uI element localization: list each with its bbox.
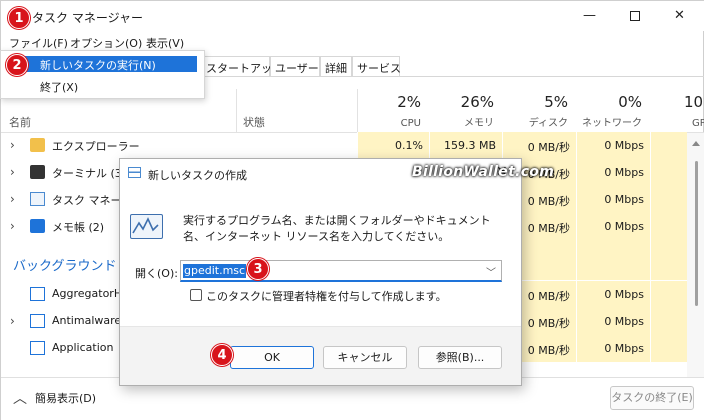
menu-options[interactable]: オプション(O) bbox=[70, 35, 142, 51]
admin-privileges-label[interactable]: このタスクに管理者特権を付与して作成します。 bbox=[206, 288, 447, 304]
gpu-cell bbox=[650, 213, 687, 240]
menu-item-run-new-task[interactable]: 新しいタスクの実行(N) bbox=[25, 56, 197, 72]
tab-details[interactable]: 詳細 bbox=[320, 56, 352, 76]
step-badge-4: 4 bbox=[211, 344, 233, 366]
network-label: ネットワーク bbox=[582, 118, 642, 129]
tab-startup[interactable]: スタートアップ bbox=[201, 56, 283, 76]
end-task-button[interactable]: タスクの終了(E) bbox=[610, 386, 694, 410]
table-row[interactable]: › エクスプローラー 0.1% 159.3 MB 0 MB/秒 0 Mbps bbox=[1, 132, 704, 159]
background-processes-heading: バックグラウンド プ bbox=[13, 259, 134, 274]
tab-users[interactable]: ユーザー bbox=[270, 56, 320, 76]
gpu-cell bbox=[650, 132, 687, 159]
expand-chevron-icon[interactable]: › bbox=[10, 219, 15, 233]
gpu-cell bbox=[650, 186, 687, 213]
process-name: Application bbox=[52, 341, 114, 354]
cpu-label: CPU bbox=[400, 118, 421, 129]
maximize-button[interactable] bbox=[612, 1, 657, 31]
cpu-cell: 0.1% bbox=[357, 132, 429, 159]
memory-label: メモリ bbox=[464, 118, 494, 129]
step-badge-1: 1 bbox=[8, 7, 30, 29]
run-program-graph-icon bbox=[132, 217, 159, 234]
menu-item-exit[interactable]: 終了(X) bbox=[40, 79, 78, 95]
disk-cell: 0 MB/秒 bbox=[502, 132, 576, 159]
process-name: メモ帳 (2) bbox=[52, 221, 105, 234]
chevron-up-icon[interactable]: ︿ bbox=[13, 388, 27, 408]
dialog-button-area: OK キャンセル 参照(B)... bbox=[120, 326, 521, 385]
network-cell: 0 Mbps bbox=[576, 213, 650, 240]
browse-button[interactable]: 参照(B)... bbox=[418, 346, 502, 369]
tab-services[interactable]: サービス bbox=[352, 56, 401, 76]
disk-label: ディスク bbox=[528, 118, 568, 129]
column-divider bbox=[236, 89, 237, 133]
network-cell: 0 Mbps bbox=[576, 159, 650, 186]
cpu-percent: 2% bbox=[397, 93, 421, 111]
memory-percent: 26% bbox=[460, 93, 494, 111]
fewer-details-link[interactable]: 簡易表示(D) bbox=[35, 390, 96, 406]
process-name: エクスプローラー bbox=[52, 140, 140, 153]
network-cell: 0 Mbps bbox=[576, 335, 650, 362]
menu-file[interactable]: ファイル(F) bbox=[9, 35, 68, 51]
expand-chevron-icon[interactable]: › bbox=[10, 138, 15, 152]
gpu-label: GP bbox=[692, 118, 704, 129]
process-name: Antimalware bbox=[52, 314, 122, 327]
ok-button[interactable]: OK bbox=[230, 346, 314, 369]
run-program-icon bbox=[130, 214, 163, 239]
scroll-thumb[interactable] bbox=[695, 161, 698, 306]
window-title: タスク マネージャー bbox=[32, 11, 143, 25]
step-badge-3: 3 bbox=[247, 258, 269, 280]
service-icon bbox=[30, 314, 45, 328]
expand-chevron-icon[interactable]: › bbox=[10, 165, 15, 179]
notepad-icon bbox=[30, 219, 45, 233]
network-percent: 0% bbox=[618, 93, 642, 111]
task-manager-icon bbox=[30, 192, 45, 206]
chevron-down-icon[interactable]: ﹀ bbox=[486, 264, 496, 279]
network-cell: 0 Mbps bbox=[576, 281, 650, 308]
expand-chevron-icon[interactable]: › bbox=[10, 314, 15, 328]
column-header-name[interactable]: 名前 bbox=[9, 114, 31, 130]
step-badge-2: 2 bbox=[6, 54, 28, 76]
dialog-title: 新しいタスクの作成 bbox=[148, 169, 247, 182]
column-header-gpu[interactable]: 10% GP bbox=[650, 89, 704, 133]
create-new-task-dialog: 新しいタスクの作成 ✕ 実行するプログラム名、または開くフォルダーやドキュメント… bbox=[119, 158, 522, 386]
scroll-up-icon[interactable] bbox=[692, 141, 700, 146]
gpu-cell bbox=[650, 335, 687, 362]
terminal-icon bbox=[30, 165, 45, 179]
folder-icon bbox=[30, 138, 45, 152]
run-icon bbox=[128, 167, 141, 178]
cancel-button[interactable]: キャンセル bbox=[323, 346, 407, 369]
watermark: BillionWallet.com bbox=[412, 164, 555, 180]
gpu-cell bbox=[650, 281, 687, 308]
service-icon bbox=[30, 341, 45, 355]
close-button[interactable]: ✕ bbox=[657, 1, 702, 31]
dialog-description: 実行するプログラム名、または開くフォルダーやドキュメント名、インターネット リソ… bbox=[183, 214, 491, 243]
gpu-cell bbox=[650, 240, 687, 280]
disk-percent: 5% bbox=[544, 93, 568, 111]
column-header-memory[interactable]: 26% メモリ bbox=[429, 89, 502, 133]
open-combobox[interactable]: gpedit.msc ﹀ bbox=[180, 260, 502, 282]
admin-privileges-checkbox[interactable] bbox=[190, 289, 202, 301]
minimize-button[interactable]: — bbox=[567, 1, 612, 31]
column-header-status[interactable]: 状態 bbox=[243, 114, 265, 130]
network-cell: 0 Mbps bbox=[576, 308, 650, 335]
network-cell: 0 Mbps bbox=[576, 186, 650, 213]
maximize-icon bbox=[629, 10, 640, 21]
column-header-cpu[interactable]: 2% CPU bbox=[357, 89, 429, 133]
network-cell bbox=[576, 240, 650, 280]
gpu-cell bbox=[650, 308, 687, 335]
menu-view[interactable]: 表示(V) bbox=[146, 35, 184, 51]
open-label: 開く(O): bbox=[135, 267, 178, 280]
memory-cell: 159.3 MB bbox=[429, 132, 502, 159]
vertical-scrollbar[interactable] bbox=[687, 133, 704, 377]
network-cell: 0 Mbps bbox=[576, 132, 650, 159]
gpu-percent: 10% bbox=[684, 93, 704, 111]
service-icon bbox=[30, 287, 45, 301]
open-input-value[interactable]: gpedit.msc bbox=[183, 264, 247, 278]
column-header-network[interactable]: 0% ネットワーク bbox=[576, 89, 650, 133]
expand-chevron-icon[interactable]: › bbox=[10, 192, 15, 206]
title-bar: タスク マネージャー — ✕ bbox=[1, 1, 704, 31]
gpu-cell bbox=[650, 159, 687, 186]
column-header-disk[interactable]: 5% ディスク bbox=[502, 89, 576, 133]
process-name: ターミナル (3) bbox=[52, 167, 127, 180]
file-menu-dropdown: 新しいタスクの実行(N) 終了(X) bbox=[0, 50, 205, 99]
